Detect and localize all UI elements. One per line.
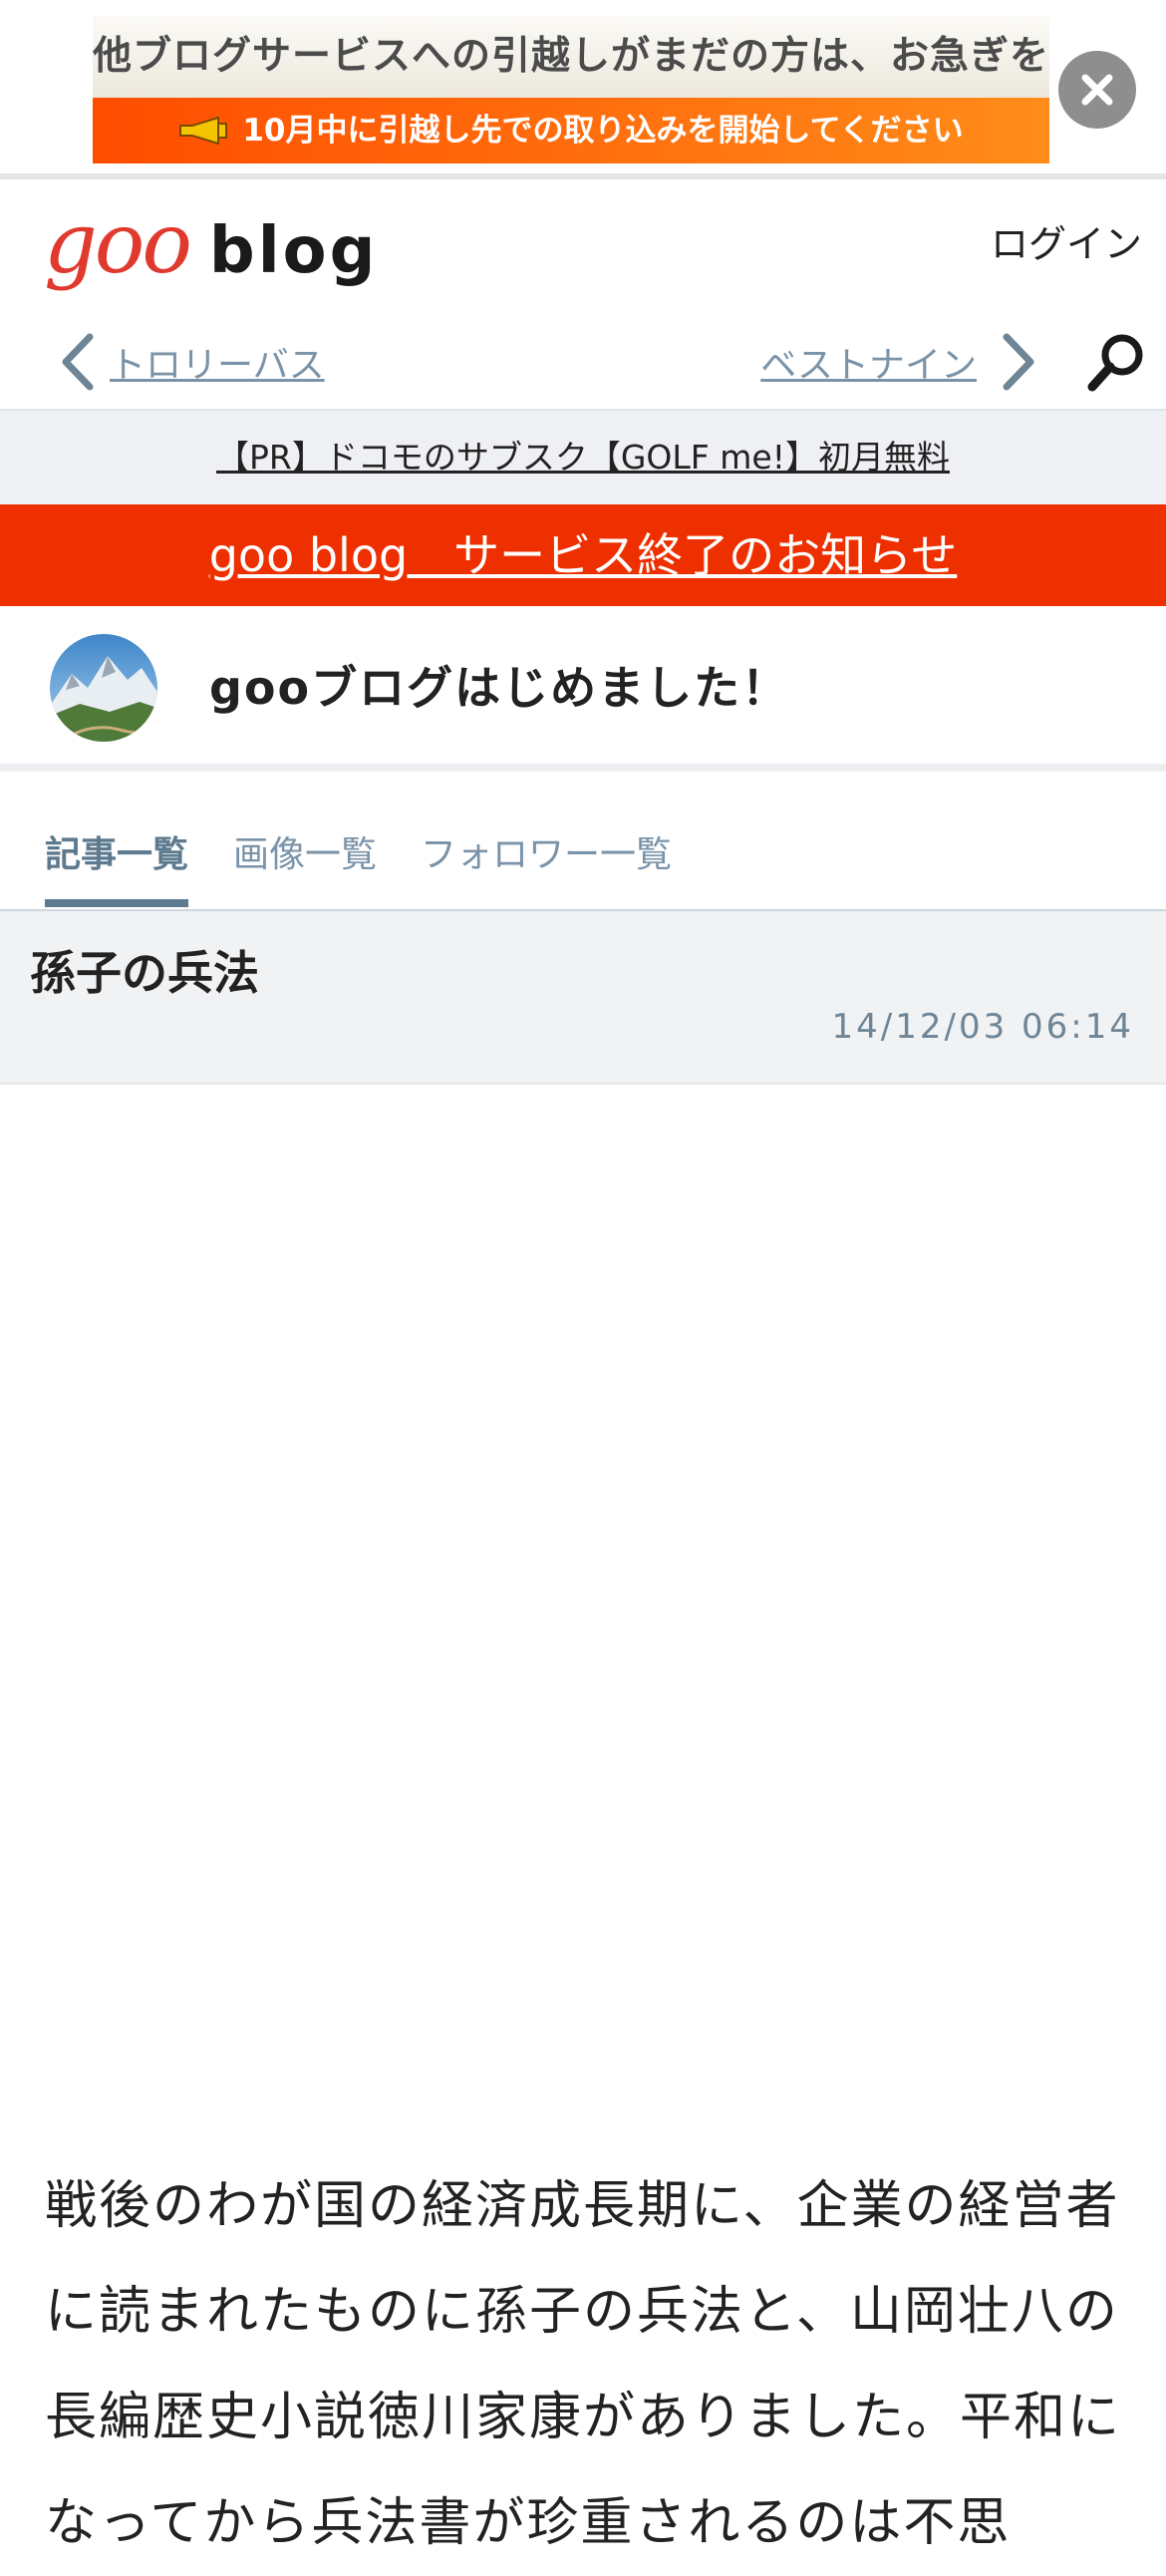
tab-images[interactable]: 画像一覧 bbox=[233, 825, 377, 877]
prev-post-link[interactable]: トロリーバス bbox=[60, 333, 325, 391]
logo-blog-text: blog bbox=[208, 214, 379, 288]
post-navigation: トロリーバス ベストナイン bbox=[0, 309, 1166, 409]
pr-link[interactable]: 【PR】ドコモのサブスク【GOLF me!】初月無料 bbox=[216, 438, 950, 477]
chevron-right-icon bbox=[1003, 333, 1034, 391]
close-x-icon bbox=[1081, 74, 1113, 106]
pr-bar: 【PR】ドコモのサブスク【GOLF me!】初月無料 bbox=[0, 409, 1166, 504]
blog-title[interactable]: gooブログはじめました！ bbox=[209, 652, 789, 718]
next-post-label: ベストナイン bbox=[760, 345, 977, 386]
ad-subline-text: 10月中に引越し先での取り込みを開始してください bbox=[242, 113, 964, 149]
article-body-text: 戦後のわが国の経済成長期に、企業の経営者に読まれたものに孫子の兵法と、山岡壮八の… bbox=[45, 2176, 1122, 2553]
prev-post-label: トロリーバス bbox=[110, 345, 325, 386]
active-tab-indicator bbox=[45, 899, 188, 907]
search-icon[interactable] bbox=[1084, 331, 1148, 395]
login-link[interactable]: ログイン bbox=[991, 213, 1142, 268]
migration-ad[interactable]: 他ブログサービスへの引越しがまだの方は、お急ぎを！ 10月中に引越し先での取り込… bbox=[93, 16, 1049, 163]
site-header: goo blog ログイン トロリーバス ベストナイン bbox=[0, 179, 1166, 409]
close-ad-button[interactable] bbox=[1058, 51, 1136, 129]
avatar[interactable] bbox=[50, 634, 157, 742]
chevron-left-icon bbox=[62, 333, 94, 391]
article-header: 孫子の兵法 14/12/03 06:14 bbox=[0, 911, 1166, 1085]
article-date: 14/12/03 06:14 bbox=[831, 1007, 1134, 1047]
ad-headline: 他ブログサービスへの引越しがまだの方は、お急ぎを！ bbox=[93, 16, 1049, 98]
tab-followers[interactable]: フォロワー一覧 bbox=[421, 825, 672, 877]
ad-subline: 10月中に引越し先での取り込みを開始してください bbox=[93, 98, 1049, 163]
article-title: 孫子の兵法 bbox=[30, 946, 259, 1000]
goo-blog-logo[interactable]: goo blog bbox=[44, 201, 378, 288]
mountain-avatar-image bbox=[50, 634, 157, 742]
next-post-link[interactable]: ベストナイン bbox=[760, 333, 1036, 391]
blog-tabs: 記事一覧 画像一覧 フォロワー一覧 bbox=[0, 788, 1166, 911]
blog-title-row: gooブログはじめました！ bbox=[0, 606, 1166, 772]
service-end-notice-bar: goo blog サービス終了のお知らせ bbox=[0, 504, 1166, 606]
logo-goo-text: goo bbox=[44, 194, 192, 292]
megaphone-icon bbox=[179, 116, 228, 146]
service-end-notice-link[interactable]: goo blog サービス終了のお知らせ bbox=[209, 528, 958, 582]
tab-articles[interactable]: 記事一覧 bbox=[45, 825, 188, 877]
top-ad-banner: 他ブログサービスへの引越しがまだの方は、お急ぎを！ 10月中に引越し先での取り込… bbox=[0, 0, 1166, 179]
